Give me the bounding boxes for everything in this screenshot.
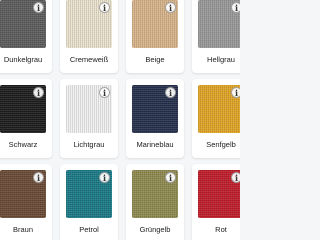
info-icon[interactable]: i	[231, 172, 240, 183]
info-icon[interactable]: i	[99, 172, 110, 183]
info-icon[interactable]: i	[33, 87, 44, 98]
swatch-card-rot[interactable]: i Rot	[192, 164, 240, 240]
swatch-card-gruengelb[interactable]: i Grüngelb	[126, 164, 184, 240]
swatch-label: Petrol	[79, 225, 99, 234]
info-icon[interactable]: i	[33, 2, 44, 13]
swatch-label: Braun	[12, 225, 33, 234]
swatch-card-dunkelgrau[interactable]: i Dunkelgrau	[0, 0, 52, 73]
swatch-label: Rot	[215, 225, 227, 234]
info-icon[interactable]: i	[99, 2, 110, 13]
swatch-label: Lichtgrau	[73, 140, 105, 149]
swatch-card-petrol[interactable]: i Petrol	[60, 164, 118, 240]
info-icon[interactable]: i	[165, 172, 176, 183]
swatch-card-cremeweiss[interactable]: i Cremeweiß	[60, 0, 118, 73]
swatch-label: Dunkelgrau	[3, 55, 43, 64]
swatch-label: Schwarz	[8, 140, 38, 149]
info-icon[interactable]: i	[231, 87, 240, 98]
swatch-label: Beige	[145, 55, 165, 64]
swatch-card-braun[interactable]: i Braun	[0, 164, 52, 240]
info-icon[interactable]: i	[165, 2, 176, 13]
swatch-card-marineblau[interactable]: i Marineblau	[126, 79, 184, 158]
swatch-label: Hellgrau	[207, 55, 235, 64]
info-icon[interactable]: i	[99, 87, 110, 98]
swatch-label: Marineblau	[136, 140, 174, 149]
swatch-card-schwarz[interactable]: i Schwarz	[0, 79, 52, 158]
swatch-label: Grüngelb	[139, 225, 171, 234]
swatch-label: Senfgelb	[206, 140, 236, 149]
swatch-card-beige[interactable]: i Beige	[126, 0, 184, 73]
swatch-label: Cremeweiß	[69, 55, 109, 64]
swatch-card-senfgelb[interactable]: i Senfgelb	[192, 79, 240, 158]
swatch-card-hellgrau[interactable]: i Hellgrau	[192, 0, 240, 73]
info-icon[interactable]: i	[231, 2, 240, 13]
info-icon[interactable]: i	[33, 172, 44, 183]
swatch-grid: i Dunkelgrau i Cremeweiß i Beige i Hellg…	[0, 0, 240, 240]
swatch-card-lichtgrau[interactable]: i Lichtgrau	[60, 79, 118, 158]
fabric-color-picker: i Dunkelgrau i Cremeweiß i Beige i Hellg…	[0, 0, 240, 240]
info-icon[interactable]: i	[165, 87, 176, 98]
